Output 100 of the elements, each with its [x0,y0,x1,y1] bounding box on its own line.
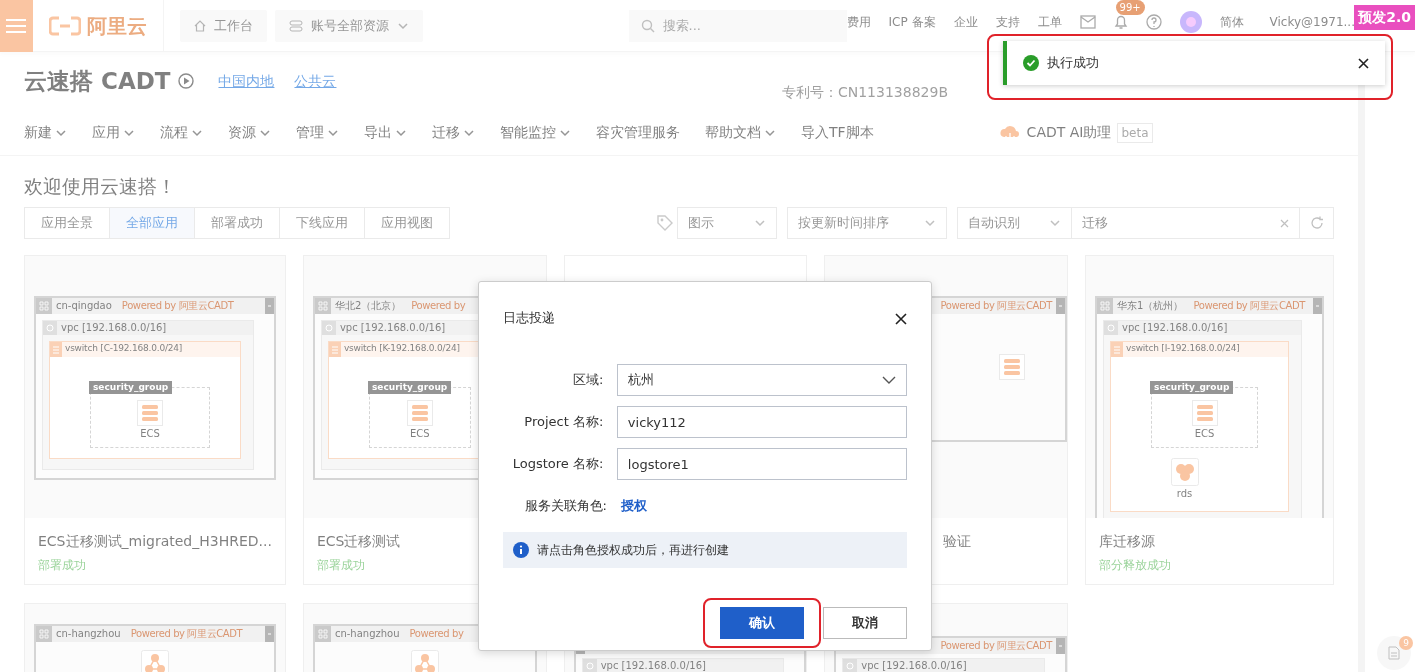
security-group-label: security_group [1150,380,1234,394]
confirm-button[interactable]: 确认 [720,607,804,639]
bell-icon[interactable] [1113,13,1128,30]
field-label: Logstore 名称: [511,455,604,474]
tab[interactable]: 全部应用 [110,207,195,238]
input-field[interactable]: logstore1 [616,448,907,480]
region-label: cn-qingdao [56,299,112,313]
page-title: 云速搭 CADT [24,66,171,96]
menu-item[interactable]: 新建 [24,122,67,143]
mail-icon[interactable] [1079,14,1096,29]
vpc-label: vpc [192.168.0.0/16] [600,659,706,672]
region-link[interactable]: 公共云 [294,70,337,92]
welcome-heading: 欢迎使用云速搭！ [24,174,177,199]
region-select[interactable]: 杭州 [616,364,907,396]
document-button[interactable] [1377,636,1411,670]
region-label: 华东1（杭州） [1117,299,1184,313]
info-icon [513,542,529,558]
field-label: Project 名称: [523,413,604,432]
status-label: 部署成功 [315,556,366,574]
region-label: 华北2（北京） [334,299,402,313]
detect-select[interactable]: 自动识别 [957,206,1072,239]
menu-item[interactable]: 应用 [92,122,135,143]
refresh-button[interactable] [1300,206,1334,239]
server-icon [999,353,1026,380]
menu-item[interactable]: 迁移 [432,122,475,143]
assistant-button[interactable]: CADT AI助理 beta [998,122,1153,143]
resources-dropdown[interactable]: 账号全部资源 [274,9,423,42]
vpc-label: vpc [192.168.0.0/16] [339,321,446,335]
powered-by-label: Powered by [411,299,466,313]
menu-icon [6,17,27,34]
node-label: ECS [409,427,430,441]
region-label: cn-hangzhou [334,627,400,641]
clear-icon[interactable] [1280,218,1289,228]
menu-item[interactable]: 资源 [228,122,271,143]
database-icon [1170,458,1199,486]
menu-item[interactable]: 容灾管理服务 [596,122,680,143]
dialog-title: 日志投递 [503,309,555,328]
notification-count: 9 [1399,636,1413,650]
tag-icon[interactable] [656,213,674,232]
play-icon[interactable] [178,73,195,89]
powered-by-label: Powered by 阿里云CADT [1193,299,1305,313]
vpc-label: vpc [192.168.0.0/16] [861,659,967,672]
server-icon [1191,400,1218,426]
authorize-link[interactable]: 授权 [621,496,647,516]
refresh-icon [1309,215,1324,230]
menu-item[interactable]: 导入TF脚本 [801,122,874,143]
region-link[interactable]: 中国内地 [218,70,275,92]
security-group-label: security_group [89,380,173,394]
node-label: rds [1176,487,1193,501]
region-label: cn-hangzhou [56,627,121,641]
powered-by-label: Powered by [409,627,464,641]
input-field[interactable]: vicky112 [616,406,907,438]
search-field[interactable]: 迁移 [1072,206,1300,239]
notice-text: 请点击角色授权成功后，再进行创建 [537,542,729,559]
status-label: 部署成功 [37,556,87,574]
header-link[interactable]: 企业 [953,12,978,31]
field-label: 服务关联角色: [523,497,607,516]
search-icon [640,18,655,33]
card-title[interactable]: 库迁移源 [1086,517,1333,552]
powered-by-label: Powered by 阿里云CADT [940,299,1053,313]
beta-badge: beta [1117,122,1153,143]
menu-button[interactable] [0,0,33,52]
security-group-label: security_group [367,380,452,394]
language-link[interactable]: 简体 [1219,12,1244,31]
header-link[interactable]: 工单 [1037,12,1062,31]
help-icon[interactable] [1145,13,1162,30]
cancel-button[interactable]: 取消 [823,607,907,639]
menu-item[interactable]: 管理 [296,122,339,143]
vpc-label: vpc [192.168.0.0/16] [1122,321,1228,335]
server-icon [406,400,433,426]
header-link[interactable]: 费用 [846,12,871,31]
sort-select[interactable]: 按更新时间排序 [787,206,947,239]
logo-icon [48,15,81,36]
powered-by-label: Powered by 阿里云CADT [940,639,1053,653]
vswitch-label: vswitch [C-192.168.0.0/24] [65,342,183,356]
menu-item[interactable]: 导出 [364,122,407,143]
vswitch-label: vswitch [K-192.168.0.0/24] [343,342,460,356]
user-link[interactable]: Vicky@1971... [1269,12,1355,31]
node-label: ECS [1194,427,1215,441]
toast-message: 执行成功 [1047,54,1099,73]
close-icon [895,312,907,325]
node-label: ECS [140,427,160,441]
stack-icon [288,19,303,32]
menu-item[interactable]: 流程 [160,122,203,143]
menu-item[interactable]: 智能监控 [500,122,571,143]
search-field[interactable]: 搜索... [628,9,847,42]
chevron-icon [882,375,896,385]
vswitch-label: vswitch [I-192.168.0.0/24] [1126,342,1240,356]
menu-item[interactable]: 帮助文档 [705,122,776,143]
vpc-label: vpc [192.168.0.0/16] [61,321,167,335]
card-title[interactable]: ECS迁移测试_migrated_H3HRED... [25,517,285,552]
view-select[interactable]: 图示 [677,206,777,239]
avatar-icon[interactable] [1179,10,1202,33]
powered-by-label: Powered by 阿里云CADT [130,627,243,641]
workbench-button[interactable]: 工作台 [179,9,267,42]
server-icon [136,400,163,426]
field-label: 区域: [571,371,604,390]
header-link[interactable]: 支持 [995,12,1020,31]
header-link[interactable]: ICP 备案 [888,12,936,31]
environment-badge: 预发2.0 [1354,5,1415,30]
